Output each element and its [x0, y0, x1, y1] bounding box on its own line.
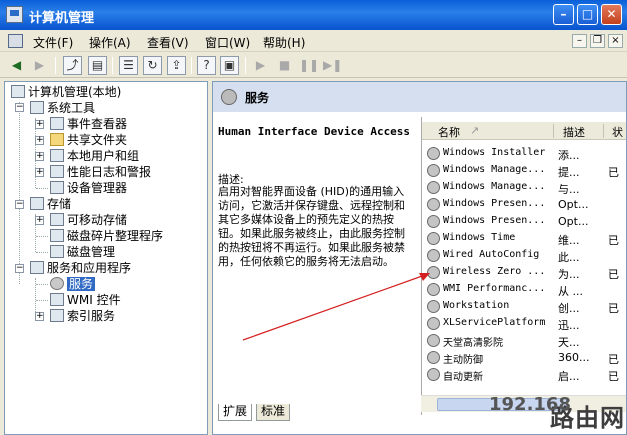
annotation-arrow	[242, 273, 430, 341]
watermark-sub: 192.168	[489, 394, 571, 415]
